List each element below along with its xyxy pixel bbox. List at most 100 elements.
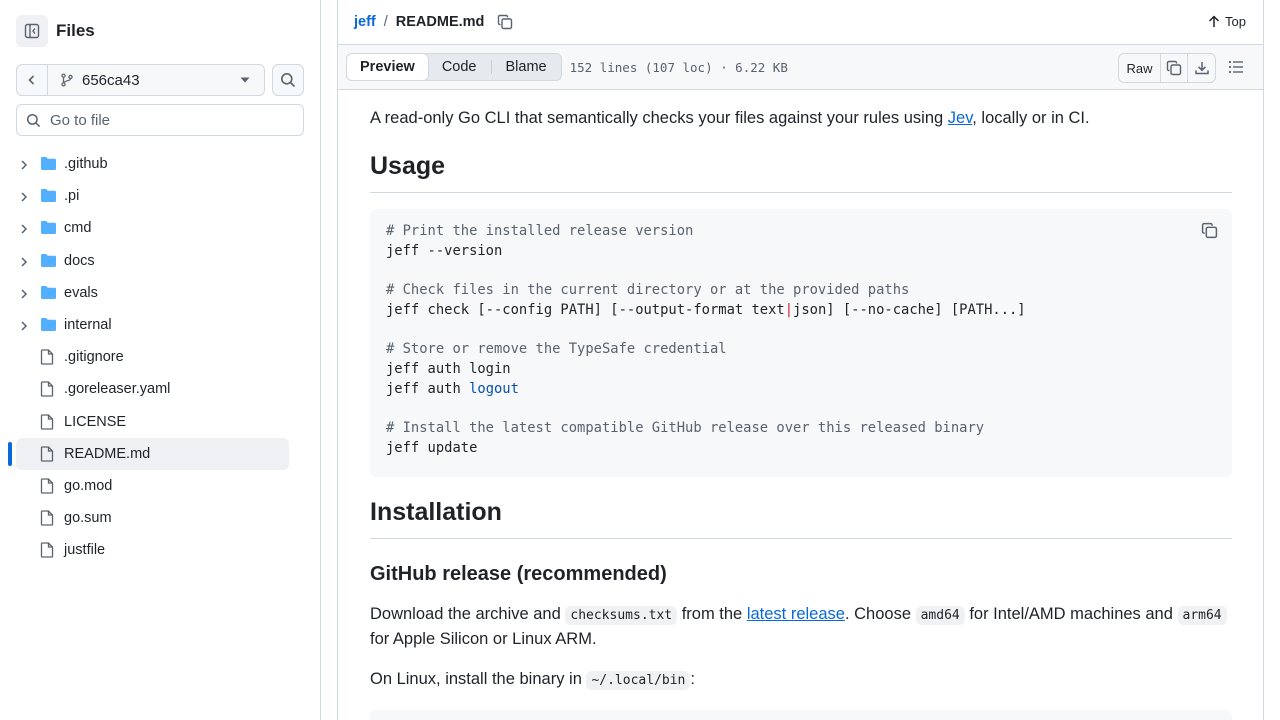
caret-down-icon bbox=[240, 77, 250, 83]
tree-item-label: justfile bbox=[64, 542, 106, 559]
expand-toggle[interactable] bbox=[19, 222, 29, 240]
arrow-up-icon bbox=[1209, 15, 1220, 27]
folder-icon-wrap bbox=[40, 188, 57, 208]
branch-selector: 656ca43 bbox=[16, 64, 265, 96]
download-text: from the bbox=[677, 605, 747, 623]
top-button[interactable]: Top bbox=[1208, 14, 1246, 29]
tree-item-label: .gitignore bbox=[64, 349, 124, 366]
tree-item-label: .github bbox=[64, 156, 108, 172]
tree-file[interactable]: README.md bbox=[0, 437, 320, 470]
search-icon bbox=[26, 113, 41, 127]
tree-file[interactable]: .goreleaser.yaml bbox=[0, 373, 320, 405]
tree-folder[interactable]: .github bbox=[0, 148, 320, 180]
linux-code-block bbox=[370, 710, 1232, 720]
file-toolbar: Preview Code Blame 152 lines (107 loc) ·… bbox=[338, 45, 1263, 90]
active-indicator bbox=[8, 441, 12, 466]
tree-file[interactable]: .gitignore bbox=[0, 341, 320, 373]
expand-toggle[interactable] bbox=[19, 158, 29, 176]
branch-dropdown[interactable]: 656ca43 bbox=[48, 65, 264, 95]
expand-toggle[interactable] bbox=[19, 319, 29, 337]
file-icon-wrap bbox=[40, 478, 54, 499]
file-icon-wrap bbox=[40, 510, 54, 531]
file-icon bbox=[40, 510, 54, 526]
folder-icon bbox=[41, 285, 56, 299]
folder-icon-wrap bbox=[40, 317, 57, 337]
code-line: jeff auth login bbox=[386, 360, 511, 377]
top-label: Top bbox=[1225, 14, 1246, 29]
chevron-right-icon bbox=[21, 192, 28, 202]
tree-folder[interactable]: docs bbox=[0, 245, 320, 277]
go-to-file-input[interactable]: Go to file bbox=[16, 104, 304, 136]
tree-item-label: go.sum bbox=[64, 510, 112, 527]
chevron-right-icon bbox=[21, 257, 28, 267]
tree-folder[interactable]: cmd bbox=[0, 212, 320, 244]
download-icon bbox=[1194, 62, 1209, 75]
download-text: . Choose bbox=[844, 605, 916, 623]
download-button[interactable] bbox=[1188, 54, 1215, 82]
expand-toggle[interactable] bbox=[19, 287, 29, 305]
search-button[interactable] bbox=[272, 64, 304, 96]
file-icon-wrap bbox=[40, 413, 54, 435]
branch-row: 656ca43 bbox=[16, 64, 304, 96]
tree-item-label: cmd bbox=[64, 220, 92, 237]
code-comment: # Install the latest compatible GitHub r… bbox=[386, 420, 985, 437]
folder-icon-wrap bbox=[40, 285, 57, 305]
code-line: jeff update bbox=[386, 439, 478, 456]
file-icon-wrap bbox=[40, 446, 54, 467]
tree-file[interactable]: go.mod bbox=[0, 470, 320, 502]
tab-code[interactable]: Code bbox=[428, 54, 491, 80]
back-button[interactable] bbox=[17, 65, 48, 95]
tab-blame[interactable]: Blame bbox=[492, 54, 561, 80]
collapse-sidebar-button[interactable] bbox=[16, 15, 48, 47]
outline-button[interactable] bbox=[1228, 60, 1244, 79]
copy-icon bbox=[498, 14, 513, 30]
chevron-left-icon bbox=[28, 75, 35, 85]
tree-file[interactable]: go.sum bbox=[0, 502, 320, 534]
code-line: json] [--no-cache] [PATH...] bbox=[793, 301, 1026, 318]
code-line: jeff --version bbox=[386, 242, 503, 259]
intro-text-end: , locally or in CI. bbox=[972, 109, 1090, 127]
tree-item-label: LICENSE bbox=[64, 413, 127, 430]
raw-button[interactable]: Raw bbox=[1119, 54, 1161, 82]
branch-name: 656ca43 bbox=[82, 71, 140, 89]
code-comment: # Store or remove the TypeSafe credentia… bbox=[386, 341, 727, 358]
tree-folder[interactable]: evals bbox=[0, 277, 320, 309]
folder-icon-wrap bbox=[40, 220, 57, 240]
code-line: jeff auth bbox=[386, 380, 470, 397]
latest-release-link[interactable]: latest release bbox=[747, 605, 845, 623]
inline-code: checksums.txt bbox=[565, 606, 678, 625]
usage-heading: Usage bbox=[370, 152, 1232, 193]
expand-toggle[interactable] bbox=[19, 255, 29, 273]
tree-item-label: docs bbox=[64, 252, 95, 269]
download-text: for Apple Silicon or Linux ARM. bbox=[370, 630, 597, 648]
code-line: jeff check [--config PATH] [--output-for… bbox=[386, 301, 785, 318]
tree-item-label: .goreleaser.yaml bbox=[64, 381, 171, 398]
breadcrumb-separator: / bbox=[383, 14, 388, 30]
inline-code: arm64 bbox=[1177, 606, 1227, 625]
expand-toggle[interactable] bbox=[19, 190, 29, 208]
chevron-right-icon bbox=[21, 321, 28, 331]
breadcrumb-repo-link[interactable]: jeff bbox=[354, 14, 376, 30]
chevron-right-icon bbox=[21, 224, 28, 234]
tree-file[interactable]: LICENSE bbox=[0, 406, 320, 438]
file-viewer: jeff / README.md Top Preview Code Blame … bbox=[337, 0, 1264, 720]
inline-code: amd64 bbox=[915, 606, 965, 625]
copy-path-button[interactable] bbox=[497, 14, 513, 30]
code-comment: # Check files in the current directory o… bbox=[386, 282, 910, 299]
installation-heading: Installation bbox=[370, 498, 1232, 539]
file-icon bbox=[40, 381, 54, 397]
copy-raw-button[interactable] bbox=[1161, 54, 1188, 82]
tab-preview[interactable]: Preview bbox=[346, 53, 429, 81]
copy-code-button[interactable] bbox=[1201, 222, 1218, 244]
tree-folder[interactable]: internal bbox=[0, 309, 320, 341]
file-icon-wrap bbox=[40, 349, 54, 370]
file-icon-wrap bbox=[40, 381, 54, 402]
file-icon bbox=[40, 446, 54, 462]
tree-folder[interactable]: .pi bbox=[0, 180, 320, 212]
sidebar-collapse-icon bbox=[24, 23, 40, 39]
chevron-right-icon bbox=[21, 160, 28, 170]
go-to-file-placeholder: Go to file bbox=[50, 111, 111, 129]
tree-file[interactable]: justfile bbox=[0, 534, 320, 566]
folder-icon bbox=[41, 221, 56, 235]
jev-link[interactable]: Jev bbox=[948, 109, 972, 127]
